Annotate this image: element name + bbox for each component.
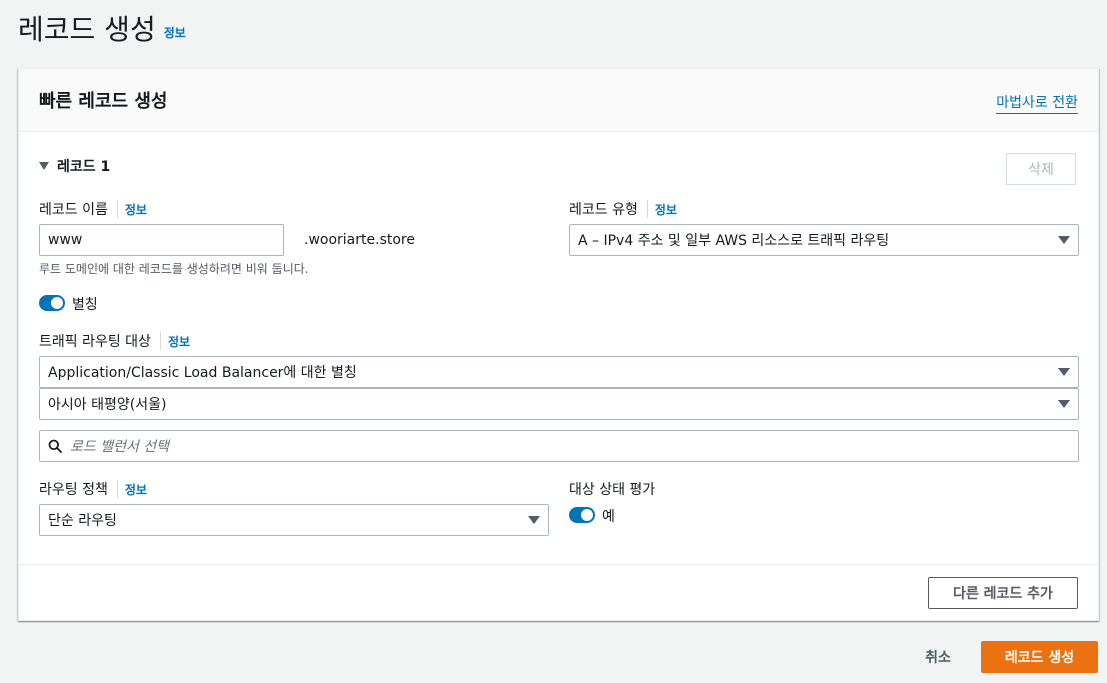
record-1-expander[interactable]: 레코드 1: [39, 156, 110, 176]
record-name-label-text: 레코드 이름: [39, 202, 108, 218]
search-icon: [48, 439, 62, 453]
cancel-button[interactable]: 취소: [910, 641, 966, 673]
traffic-target-label-text: 트래픽 라우팅 대상: [39, 334, 151, 350]
health-eval-toggle[interactable]: [569, 507, 595, 523]
alias-label: 별칭: [72, 297, 98, 313]
label-separator: [159, 332, 161, 350]
page-info-link[interactable]: 정보: [164, 24, 186, 41]
alias-toggle[interactable]: [39, 295, 65, 311]
card-header: 빠른 레코드 생성 마법사로 전환: [19, 69, 1098, 132]
record-type-value: A – IPv4 주소 및 일부 AWS 리소스로 트래픽 라우팅: [578, 233, 890, 249]
search-placeholder: 로드 밸런서 선택: [70, 439, 170, 455]
record-name-hint: 루트 도메인에 대한 레코드를 생성하려면 비워 둡니다.: [39, 262, 309, 276]
record-type-info-link[interactable]: 정보: [655, 201, 677, 218]
record-name-label: 레코드 이름 정보: [39, 199, 147, 219]
domain-suffix: .wooriarte.store: [304, 232, 415, 248]
add-another-record-button[interactable]: 다른 레코드 추가: [928, 577, 1078, 609]
record-name-input[interactable]: www: [39, 224, 284, 256]
caret-down-icon: [39, 162, 49, 170]
label-separator: [646, 200, 648, 218]
record-name-info-link[interactable]: 정보: [125, 201, 147, 218]
switch-to-wizard-link[interactable]: 마법사로 전환: [996, 92, 1078, 114]
dropdown-caret-icon: [1058, 368, 1070, 376]
page-title-text: 레코드 생성: [18, 13, 156, 46]
routing-policy-info-link[interactable]: 정보: [125, 481, 147, 498]
health-eval-toggle-label: 예: [602, 509, 615, 525]
dropdown-caret-icon: [528, 516, 540, 524]
routing-policy-label-text: 라우팅 정책: [39, 482, 108, 498]
record-type-select[interactable]: A – IPv4 주소 및 일부 AWS 리소스로 트래픽 라우팅: [569, 224, 1079, 256]
delete-button[interactable]: 삭제: [1006, 153, 1076, 185]
endpoint-select[interactable]: Application/Classic Load Balancer에 대한 별칭: [39, 356, 1079, 388]
region-value: 아시아 태평양(서울): [48, 397, 167, 413]
traffic-target-label: 트래픽 라우팅 대상 정보: [39, 331, 190, 351]
region-select[interactable]: 아시아 태평양(서울): [39, 388, 1079, 420]
quick-record-card: 빠른 레코드 생성 마법사로 전환 레코드 1 삭제 레코드 이름 정보 www…: [18, 68, 1099, 621]
page-title: 레코드 생성 정보: [18, 8, 186, 48]
create-records-button[interactable]: 레코드 생성: [981, 641, 1098, 673]
load-balancer-search[interactable]: 로드 밸런서 선택: [39, 430, 1079, 462]
routing-policy-label: 라우팅 정책 정보: [39, 479, 147, 499]
label-separator: [116, 480, 118, 498]
card-title: 빠른 레코드 생성: [39, 91, 168, 112]
card-divider: [19, 564, 1098, 565]
traffic-target-info-link[interactable]: 정보: [168, 333, 190, 350]
record-heading: 레코드 1: [57, 159, 111, 175]
health-eval-label: 대상 상태 평가: [569, 482, 656, 498]
label-separator: [116, 200, 118, 218]
dropdown-caret-icon: [1058, 400, 1070, 408]
record-type-label-text: 레코드 유형: [569, 202, 638, 218]
record-type-label: 레코드 유형 정보: [569, 199, 677, 219]
routing-policy-select[interactable]: 단순 라우팅: [39, 504, 549, 536]
routing-policy-value: 단순 라우팅: [48, 513, 117, 529]
dropdown-caret-icon: [1058, 236, 1070, 244]
endpoint-value: Application/Classic Load Balancer에 대한 별칭: [48, 365, 357, 381]
